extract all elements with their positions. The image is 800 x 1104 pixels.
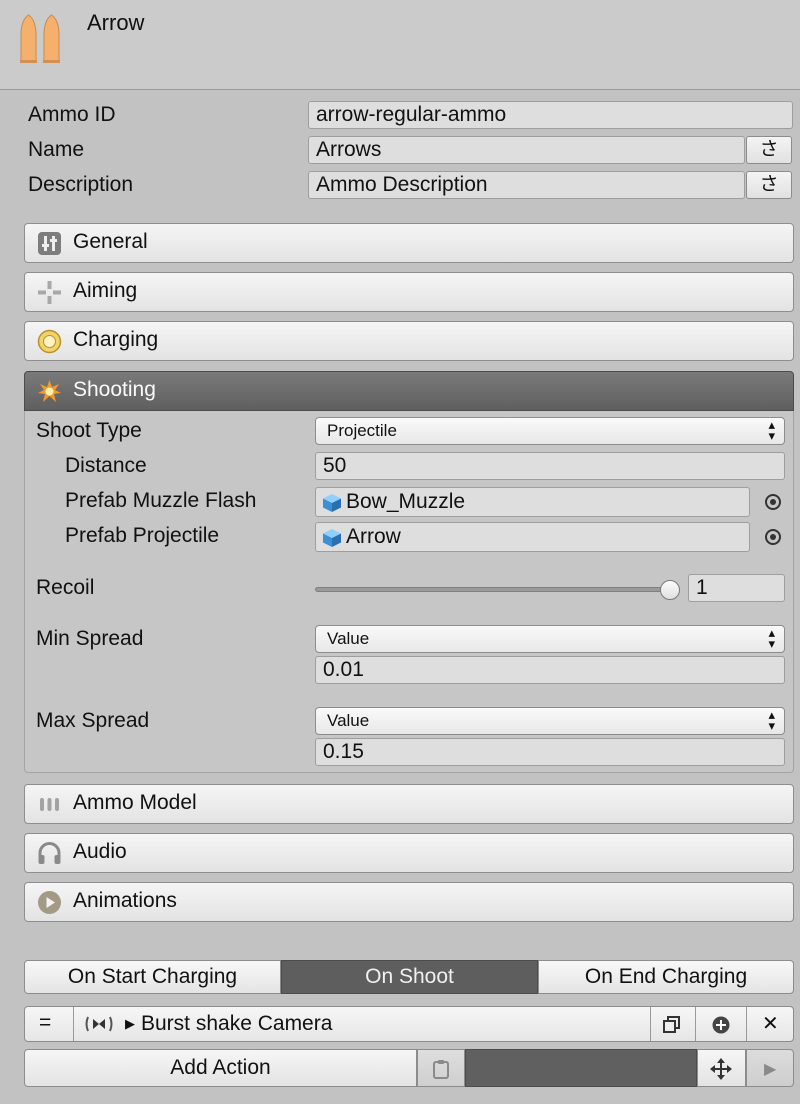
- recoil-label: Recoil: [36, 576, 95, 599]
- prefab-cube-icon: [322, 493, 342, 513]
- tab-on-shoot[interactable]: On Shoot: [281, 960, 538, 994]
- section-charging[interactable]: Charging: [24, 321, 794, 361]
- distance-input[interactable]: 50: [315, 452, 785, 480]
- add-action-label: Add Action: [170, 1056, 271, 1079]
- asset-title: Arrow: [87, 10, 145, 35]
- recoil-slider-handle[interactable]: [660, 580, 680, 600]
- action-item-row[interactable]: = ▶ Burst shake Camera ✕: [24, 1006, 794, 1042]
- max-spread-label: Max Spread: [36, 709, 150, 732]
- ammo-id-input[interactable]: arrow-regular-ammo: [308, 101, 793, 129]
- section-animations[interactable]: Animations: [24, 882, 794, 922]
- drag-handle[interactable]: =: [39, 1011, 51, 1035]
- projectile-value: Arrow: [346, 525, 401, 548]
- description-localize-button[interactable]: さ: [746, 171, 792, 199]
- updown-arrows-icon: ▴ ▾: [768, 625, 775, 651]
- play-button[interactable]: ▶: [746, 1049, 794, 1087]
- projectile-field[interactable]: Arrow: [315, 522, 750, 552]
- section-ammo-model[interactable]: Ammo Model: [24, 784, 794, 824]
- min-spread-mode-value: Value: [327, 629, 370, 648]
- min-spread-label: Min Spread: [36, 627, 144, 650]
- expand-triangle-icon[interactable]: ▶: [125, 1016, 135, 1032]
- clipboard-icon: [432, 1059, 450, 1079]
- section-ammo-model-label: Ammo Model: [73, 791, 197, 814]
- charge-gauge-icon: [37, 329, 62, 354]
- recoil-input[interactable]: 1: [688, 574, 785, 602]
- shoot-type-label: Shoot Type: [36, 419, 142, 442]
- divider: [73, 1007, 74, 1041]
- section-audio[interactable]: Audio: [24, 833, 794, 873]
- max-spread-mode-dropdown[interactable]: Value ▴ ▾: [315, 707, 785, 735]
- add-circle-icon[interactable]: [711, 1015, 731, 1035]
- section-general[interactable]: General: [24, 223, 794, 263]
- shoot-type-value: Projectile: [327, 421, 397, 440]
- max-spread-input[interactable]: 0.15: [315, 738, 785, 766]
- distance-label: Distance: [65, 454, 147, 477]
- duplicate-icon[interactable]: [662, 1015, 682, 1035]
- inspector-header: Arrow: [0, 0, 800, 90]
- play-icon: ▶: [764, 1061, 777, 1078]
- max-spread-mode-value: Value: [327, 711, 370, 730]
- divider: [695, 1007, 696, 1041]
- recoil-slider-track[interactable]: [315, 587, 678, 592]
- name-label: Name: [28, 138, 85, 161]
- section-general-label: General: [73, 230, 148, 253]
- min-spread-input[interactable]: 0.01: [315, 656, 785, 684]
- remove-icon[interactable]: ✕: [762, 1011, 779, 1036]
- description-input[interactable]: Ammo Description: [308, 171, 745, 199]
- min-spread-mode-dropdown[interactable]: Value ▴ ▾: [315, 625, 785, 653]
- headphones-icon: [37, 841, 62, 866]
- name-input[interactable]: Arrows: [308, 136, 745, 164]
- projectile-label: Prefab Projectile: [65, 524, 220, 547]
- add-action-button[interactable]: Add Action: [24, 1049, 417, 1087]
- explosion-icon: [37, 379, 62, 404]
- tab-on-end-charging[interactable]: On End Charging: [538, 960, 794, 994]
- updown-arrows-icon: ▴ ▾: [768, 707, 775, 733]
- section-aiming-label: Aiming: [73, 279, 138, 302]
- action-label: Burst shake Camera: [141, 1012, 333, 1035]
- play-circle-icon: [37, 890, 62, 915]
- action-search-field[interactable]: [465, 1049, 697, 1087]
- name-localize-button[interactable]: さ: [746, 136, 792, 164]
- tab-on-start-charging[interactable]: On Start Charging: [24, 960, 281, 994]
- move-button[interactable]: [697, 1049, 746, 1087]
- crosshair-icon: [37, 280, 62, 305]
- object-picker-icon[interactable]: [765, 494, 781, 510]
- shoot-type-dropdown[interactable]: Projectile ▴ ▾: [315, 417, 785, 445]
- muzzle-flash-field[interactable]: Bow_Muzzle: [315, 487, 750, 517]
- move-arrows-icon: [710, 1058, 732, 1080]
- section-shooting[interactable]: Shooting: [24, 371, 794, 411]
- sliders-icon: [37, 231, 62, 256]
- paste-button[interactable]: [417, 1049, 465, 1087]
- muzzle-flash-label: Prefab Muzzle Flash: [65, 489, 257, 512]
- ammo-id-label: Ammo ID: [28, 103, 116, 126]
- divider: [650, 1007, 651, 1041]
- updown-arrows-icon: ▴ ▾: [768, 417, 775, 443]
- section-audio-label: Audio: [73, 840, 127, 863]
- section-animations-label: Animations: [73, 889, 177, 912]
- ammo-model-icon: [37, 792, 62, 817]
- section-shooting-label: Shooting: [73, 378, 156, 401]
- description-label: Description: [28, 173, 134, 196]
- muzzle-flash-value: Bow_Muzzle: [346, 490, 466, 513]
- section-charging-label: Charging: [73, 328, 159, 351]
- ammo-bullets-icon: [18, 0, 64, 70]
- camera-shake-icon: [85, 1014, 113, 1034]
- prefab-cube-icon: [322, 528, 342, 548]
- section-aiming[interactable]: Aiming: [24, 272, 794, 312]
- object-picker-icon[interactable]: [765, 529, 781, 545]
- divider: [746, 1007, 747, 1041]
